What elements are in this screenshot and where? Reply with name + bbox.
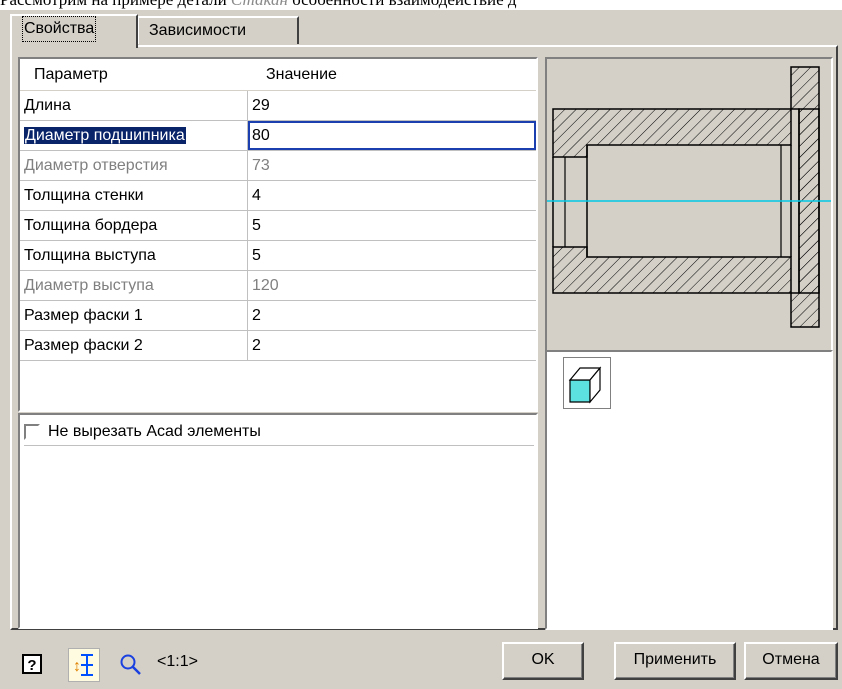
parameter-value-cell[interactable]: 2: [248, 301, 536, 330]
column-header-parameter[interactable]: Параметр: [20, 66, 248, 84]
parameter-value-cell[interactable]: 29: [248, 91, 536, 120]
option-no-cut-acad[interactable]: Не вырезать Acad элементы: [24, 423, 534, 446]
help-icon[interactable]: ?: [20, 652, 44, 676]
svg-text:?: ?: [27, 657, 36, 674]
grid-header: Параметр Значение: [20, 59, 536, 91]
parameter-name: Диаметр отверстия: [24, 157, 168, 174]
table-row[interactable]: Размер фаски 2 2: [20, 331, 536, 361]
options-panel: Не вырезать Acad элементы: [18, 413, 538, 629]
table-row[interactable]: Толщина стенки 4: [20, 181, 536, 211]
table-row[interactable]: Размер фаски 1 2: [20, 301, 536, 331]
parameter-name-cell[interactable]: Толщина стенки: [20, 181, 248, 210]
table-row[interactable]: Толщина выступа 5: [20, 241, 536, 271]
upper-wall-section: [552, 108, 792, 158]
parameter-name: Толщина стенки: [24, 187, 144, 204]
parameter-name: Размер фаски 2: [24, 337, 143, 354]
apply-button[interactable]: Применить: [614, 642, 736, 680]
parameter-name-cell[interactable]: Диаметр подшипника: [20, 121, 248, 150]
cube-view-icon[interactable]: [563, 357, 611, 409]
table-row[interactable]: Длина 29: [20, 91, 536, 121]
parameters-icon[interactable]: ↕: [68, 648, 100, 682]
svg-text:↕: ↕: [73, 658, 81, 675]
table-row[interactable]: Диаметр выступа 120: [20, 271, 536, 301]
table-row[interactable]: Толщина бордера 5: [20, 211, 536, 241]
parameter-name-cell[interactable]: Длина: [20, 91, 248, 120]
bottom-toolbar: ? ↕ <1:1> OK Применить Отмена: [0, 632, 842, 689]
parameter-name: Толщина выступа: [24, 247, 156, 264]
zoom-scale-label: <1:1>: [157, 653, 198, 670]
part-properties-dialog: Рассмотрим на примере детали Стакан особ…: [0, 0, 842, 689]
parameter-value-cell[interactable]: 73: [248, 151, 536, 180]
parameter-value-cell[interactable]: 2: [248, 331, 536, 360]
parameter-name: Толщина бордера: [24, 217, 158, 234]
cancel-button[interactable]: Отмена: [744, 642, 838, 680]
parameter-name-cell[interactable]: Размер фаски 1: [20, 301, 248, 330]
parameter-value-cell[interactable]: 4: [248, 181, 536, 210]
parameter-value-cell[interactable]: 5: [248, 241, 536, 270]
no-cut-acad-label: Не вырезать Acad элементы: [48, 423, 261, 440]
column-header-value[interactable]: Значение: [248, 66, 337, 84]
parameter-value-cell[interactable]: 80: [248, 121, 536, 150]
parameter-name-cell[interactable]: Толщина выступа: [20, 241, 248, 270]
parameter-name-cell[interactable]: Толщина бордера: [20, 211, 248, 240]
ok-button[interactable]: OK: [502, 642, 584, 680]
lower-wall-section: [552, 246, 792, 294]
parameter-value-cell[interactable]: 5: [248, 211, 536, 240]
parameters-grid: Параметр Значение Длина 29 Диаметр подшипн…: [20, 59, 536, 361]
view-3d-panel: [545, 350, 833, 630]
part-section-drawing: [547, 66, 831, 328]
parameter-name-cell[interactable]: Диаметр отверстия: [20, 151, 248, 180]
magnifier-icon[interactable]: [118, 652, 142, 676]
no-cut-acad-checkbox[interactable]: [24, 424, 40, 440]
tab-dependencies[interactable]: Зависимости: [137, 16, 299, 44]
parameter-name: Длина: [24, 97, 71, 114]
parameters-grid-panel: Параметр Значение Длина 29 Диаметр подшипн…: [18, 57, 538, 412]
parameter-value-cell[interactable]: 120: [248, 271, 536, 300]
parameter-name: Размер фаски 1: [24, 307, 143, 324]
parameter-name: Диаметр выступа: [24, 277, 154, 294]
parameter-name-cell[interactable]: Размер фаски 2: [20, 331, 248, 360]
table-row[interactable]: Диаметр подшипника 80: [20, 121, 536, 151]
drawing-preview[interactable]: [545, 57, 833, 352]
tab-properties[interactable]: Свойства: [10, 14, 138, 48]
parameter-name: Диаметр подшипника: [24, 127, 186, 144]
table-row[interactable]: Диаметр отверстия 73: [20, 151, 536, 181]
document-caption-strip: Рассмотрим на примере детали Стакан особ…: [0, 0, 842, 10]
parameter-name-cell[interactable]: Диаметр выступа: [20, 271, 248, 300]
